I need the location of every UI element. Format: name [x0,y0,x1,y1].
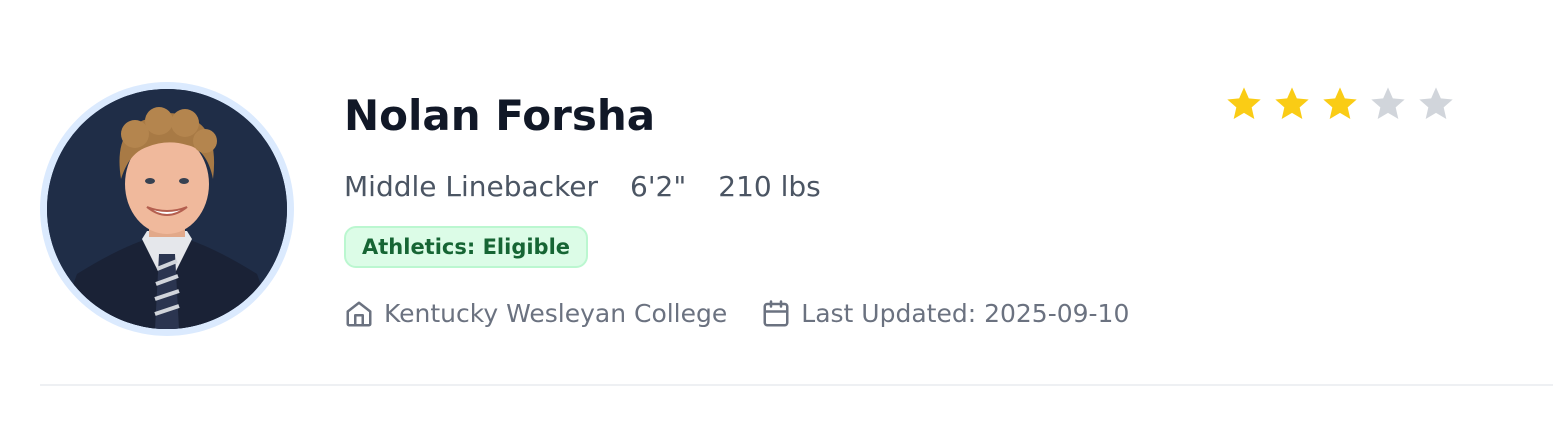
player-height: 6'2" [630,170,687,203]
player-meta: Kentucky Wesleyan College Last Updated: … [344,296,1129,332]
update-info: Last Updated: 2025-09-10 [761,296,1129,332]
avatar [40,82,294,336]
last-updated: Last Updated: 2025-09-10 [801,299,1130,328]
school-info: Kentucky Wesleyan College [344,296,727,332]
star-filled-icon [1320,84,1360,124]
school-name: Kentucky Wesleyan College [384,299,728,328]
star-empty-icon [1368,84,1408,124]
player-weight: 210 lbs [718,170,821,203]
player-card: Nolan Forsha Middle Linebacker 6'2" 210 … [0,0,1553,426]
avatar-image [47,89,287,329]
player-position: Middle Linebacker [344,170,599,203]
eligibility-badge: Athletics: Eligible [344,226,589,268]
divider [40,384,1553,386]
star-rating [1224,84,1464,124]
star-filled-icon [1272,84,1312,124]
star-empty-icon [1416,84,1456,124]
home-icon [344,299,374,329]
star-filled-icon [1224,84,1264,124]
player-name: Nolan Forsha [344,91,656,140]
calendar-icon [761,299,791,329]
player-details: Middle Linebacker 6'2" 210 lbs [344,168,821,206]
